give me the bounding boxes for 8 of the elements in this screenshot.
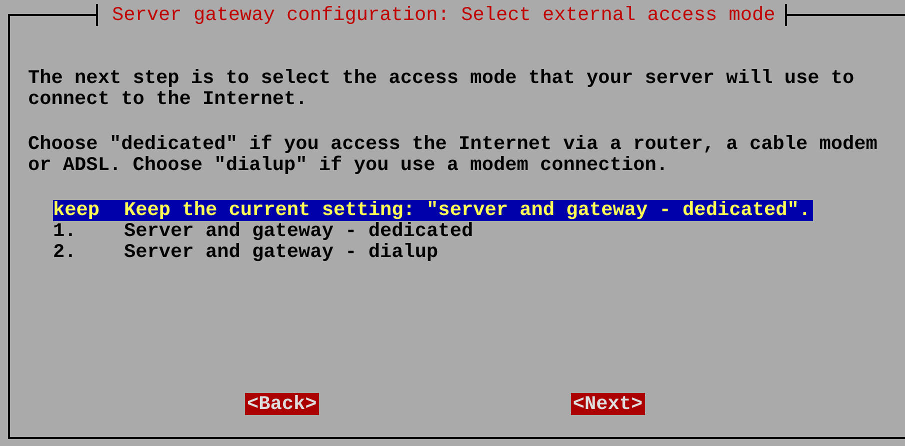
back-button[interactable]: <Back> <box>245 393 319 415</box>
instruction-text: The next step is to select the access mode that your server will use to connect to the Internet. <box>28 68 856 110</box>
instruction-text: Choose "dedicated" if you access the Internet via a router, a cable modem or ADSL. Choose "dialup" if you use a modem connection. <box>28 134 878 176</box>
menu-item[interactable]: 1. Server and gateway - dedicated <box>53 221 476 242</box>
next-button[interactable]: <Next> <box>570 393 645 415</box>
menu-item[interactable]: keep Keep the current setting: "server and gateway - dedicated". <box>53 200 813 221</box>
menu-item[interactable]: 2. Server and gateway - dialup <box>53 242 440 263</box>
dialog-title: Server gateway configuration: Select external access mode <box>96 4 788 26</box>
